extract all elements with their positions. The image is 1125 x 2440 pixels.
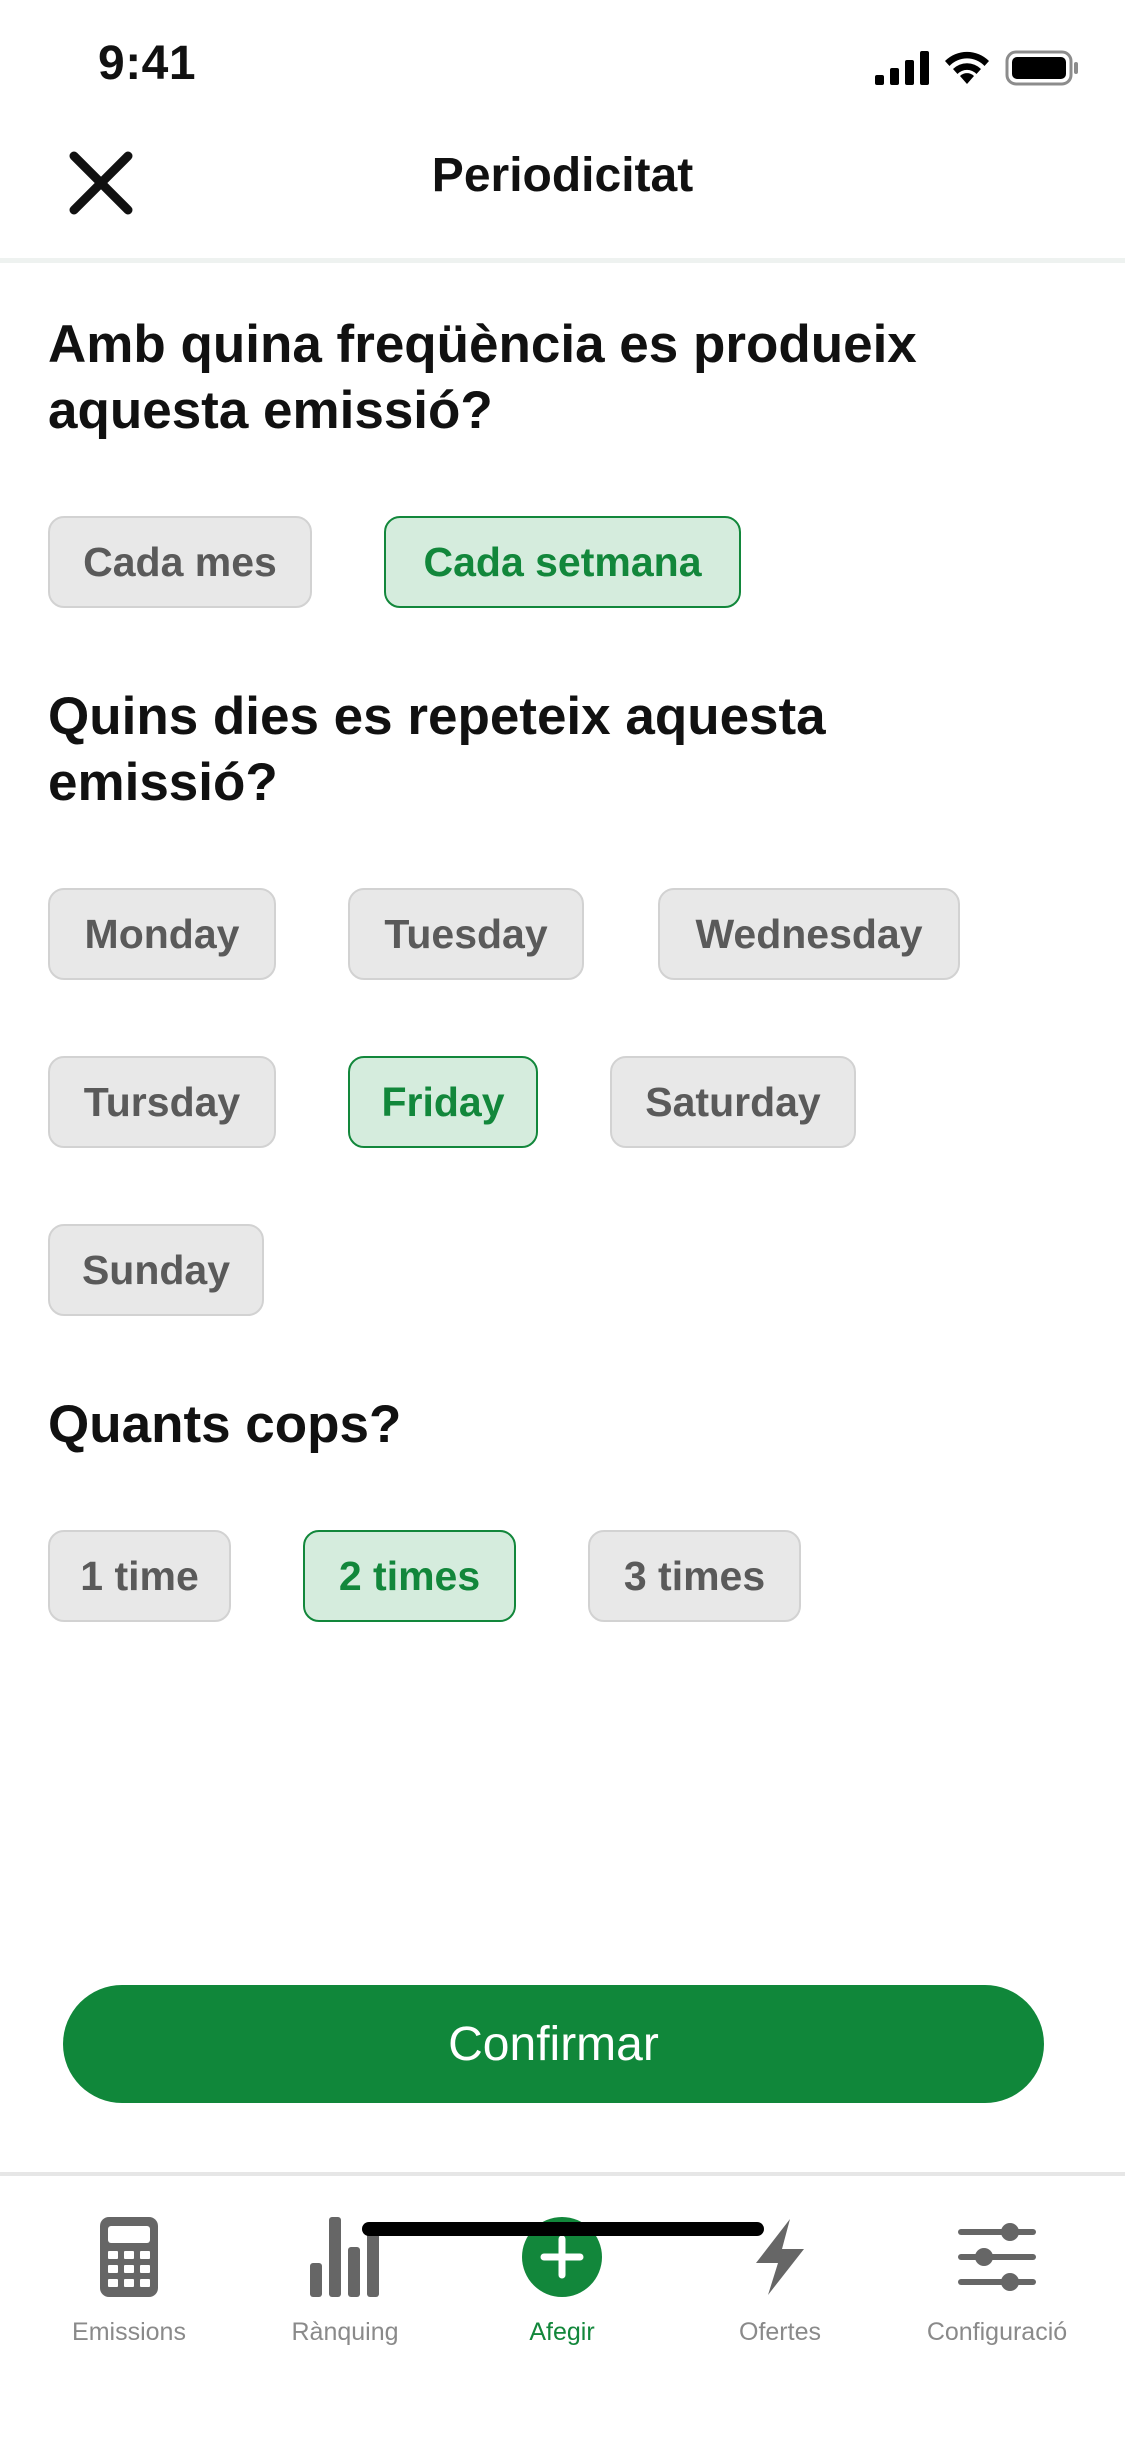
day-option-saturday[interactable]: Saturday [610, 1056, 856, 1148]
day-option-tuesday[interactable]: Tuesday [348, 888, 584, 980]
tab-emissions[interactable]: Emissions [29, 2212, 229, 2347]
status-icons [875, 48, 1079, 88]
calculator-icon [100, 2217, 158, 2297]
cellular-signal-icon [875, 51, 929, 85]
day-option-friday[interactable]: Friday [348, 1056, 538, 1148]
tab-settings[interactable]: Configuració [897, 2212, 1097, 2347]
status-bar: 9:41 [0, 0, 1125, 130]
times-question: Quants cops? [48, 1395, 402, 1454]
tab-label-add: Afegir [529, 2318, 595, 2346]
day-option-sunday[interactable]: Sunday [48, 1224, 264, 1316]
home-indicator [362, 2222, 764, 2236]
times-option-3[interactable]: 3 times [588, 1530, 801, 1622]
wifi-icon [945, 51, 989, 84]
tab-label-ranking: Rànquing [291, 2318, 399, 2346]
status-time: 9:41 [98, 37, 197, 90]
tab-label-emissions: Emissions [72, 2318, 186, 2346]
frequency-option-monthly[interactable]: Cada mes [48, 516, 312, 608]
battery-icon [1005, 50, 1078, 86]
tab-label-offers: Ofertes [739, 2318, 821, 2346]
times-option-1[interactable]: 1 time [48, 1530, 231, 1622]
frequency-question: Amb quina freqüència es produeix aquesta… [48, 315, 917, 440]
frequency-option-weekly[interactable]: Cada setmana [384, 516, 741, 608]
day-option-monday[interactable]: Monday [48, 888, 276, 980]
page-title: Periodicitat [431, 149, 694, 202]
header: Periodicitat [0, 130, 1125, 263]
confirm-button[interactable]: Confirmar [63, 1985, 1044, 2103]
days-question: Quins dies es repeteix aquesta emissió? [48, 687, 826, 812]
tab-bar: Emissions Rànquing Afegir Ofertes Config… [0, 2172, 1125, 2440]
tab-label-settings: Configuració [926, 2318, 1068, 2346]
sliders-icon [958, 2223, 1036, 2291]
times-option-2[interactable]: 2 times [303, 1530, 516, 1622]
day-option-wednesday[interactable]: Wednesday [658, 888, 960, 980]
day-option-thursday[interactable]: Tursday [48, 1056, 276, 1148]
